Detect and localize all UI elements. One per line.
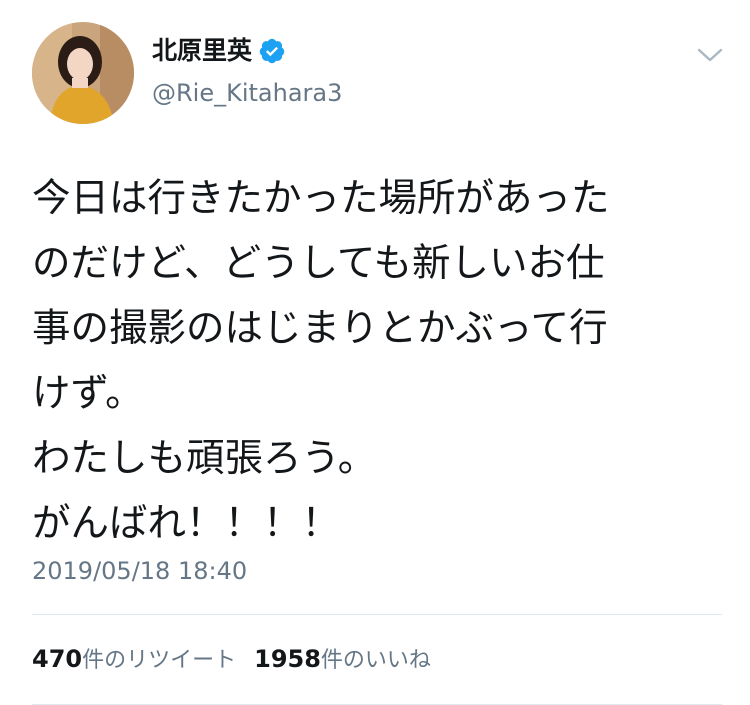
likes-label: 件のいいね	[320, 648, 431, 673]
tweet-text: 今日は行きたかった場所があった のだけど、どうしても新しいお仕 事の撮影のはじま…	[32, 166, 722, 556]
retweets-stat[interactable]: 470 件のリツイート	[32, 644, 236, 676]
tweet-timestamp[interactable]: 2019/05/18 18:40	[32, 556, 247, 586]
user-handle[interactable]: @Rie_Kitahara3	[152, 78, 342, 108]
tweet-text-line: がんばれ！！！！	[32, 501, 341, 546]
retweets-label: 件のリツイート	[82, 648, 237, 673]
chevron-down-icon[interactable]	[696, 44, 724, 66]
tweet-text-line: けず。	[32, 371, 144, 416]
retweets-count: 470	[32, 645, 83, 673]
tweet-text-line: のだけど、どうしても新しいお仕	[32, 241, 605, 286]
display-name[interactable]: 北原里英	[152, 36, 252, 66]
divider	[32, 614, 722, 615]
likes-count: 1958	[254, 645, 321, 673]
tweet-text-line: 事の撮影のはじまりとかぶって行	[32, 306, 608, 351]
avatar-image	[32, 22, 134, 124]
name-row: 北原里英	[152, 34, 342, 68]
avatar[interactable]	[32, 22, 134, 124]
tweet-stats: 470 件のリツイート 1958 件のいいね	[32, 644, 431, 676]
tweet-text-line: 今日は行きたかった場所があった	[32, 176, 610, 221]
tweet-card: 北原里英 @Rie_Kitahara3 今日は行きたかった場所があった のだけど…	[0, 0, 750, 705]
likes-stat[interactable]: 1958 件のいいね	[254, 644, 431, 676]
author-block: 北原里英 @Rie_Kitahara3	[152, 34, 342, 108]
tweet-text-line: わたしも頑張ろう。	[32, 436, 377, 481]
verified-badge-icon	[258, 37, 286, 65]
